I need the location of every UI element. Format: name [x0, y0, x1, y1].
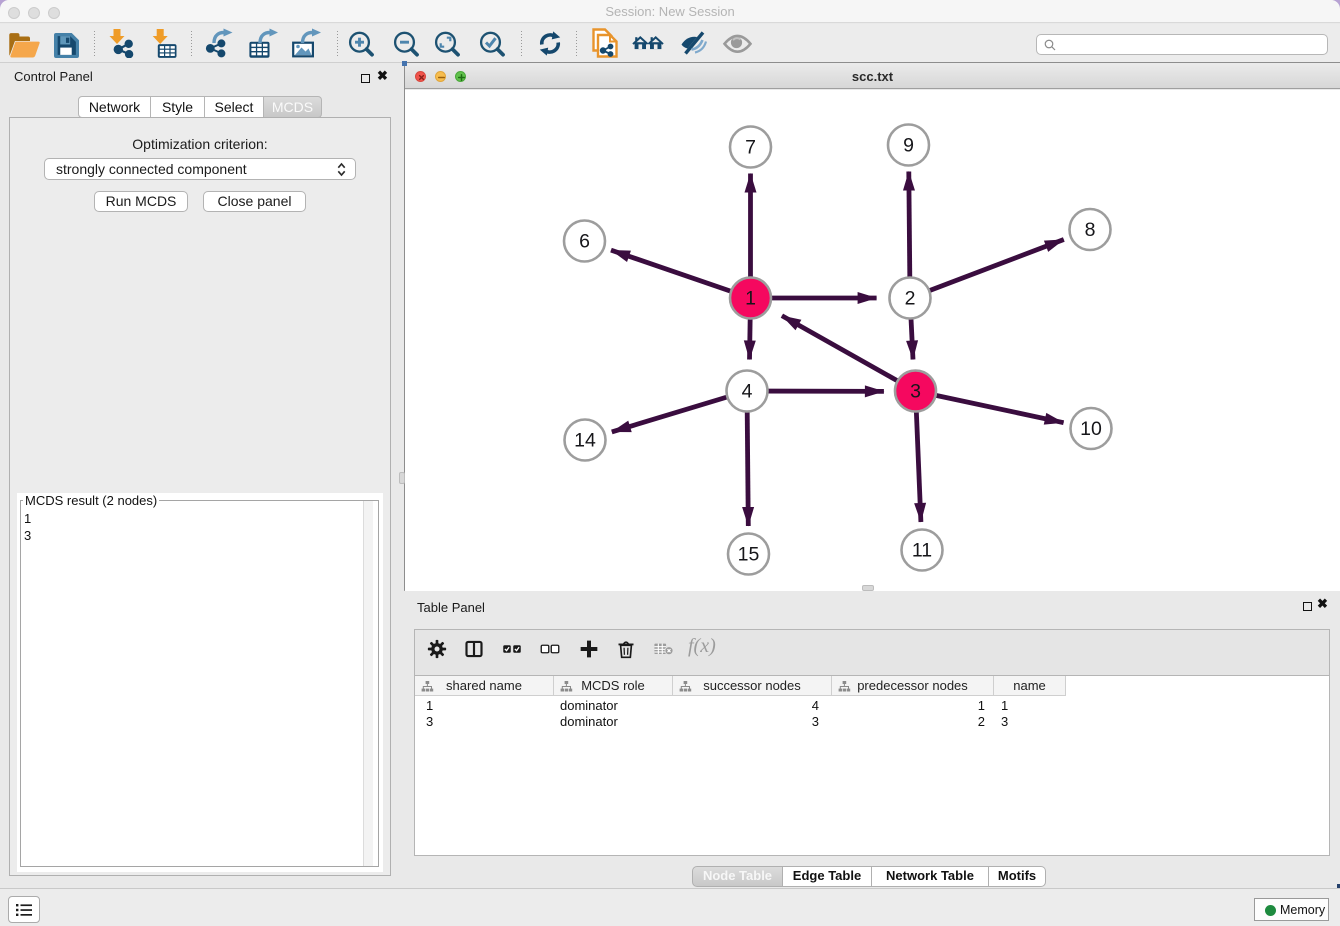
svg-text:2: 2 — [905, 288, 916, 310]
svg-text:3: 3 — [910, 381, 921, 403]
svg-text:1: 1 — [745, 288, 756, 310]
svg-text:15: 15 — [738, 544, 760, 566]
svg-text:10: 10 — [1080, 418, 1102, 440]
svg-text:7: 7 — [745, 137, 756, 159]
svg-text:14: 14 — [574, 430, 596, 452]
svg-text:11: 11 — [912, 540, 932, 562]
svg-text:8: 8 — [1085, 219, 1096, 241]
svg-text:9: 9 — [903, 135, 914, 157]
svg-text:4: 4 — [742, 381, 753, 403]
svg-text:6: 6 — [579, 231, 590, 253]
